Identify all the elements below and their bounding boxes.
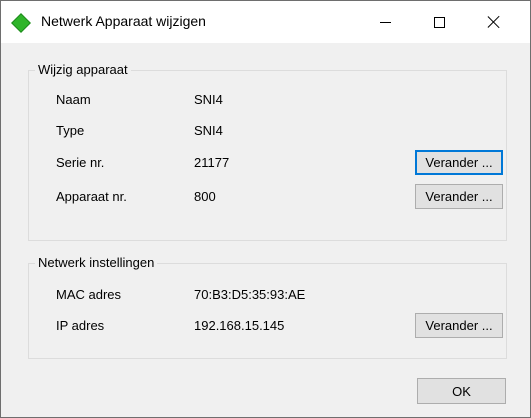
minimize-icon (379, 21, 391, 23)
mac-value: 70:B3:D5:35:93:AE (194, 287, 306, 302)
device-number-value: 800 (194, 189, 216, 204)
minimize-button[interactable] (362, 1, 408, 43)
window-title: Netwerk Apparaat wijzigen (41, 13, 206, 29)
device-number-label: Apparaat nr. (56, 189, 127, 204)
maximize-button[interactable] (416, 1, 462, 43)
serial-value: 21177 (194, 155, 230, 170)
device-group-title: Wijzig apparaat (35, 62, 131, 77)
mac-label: MAC adres (56, 287, 122, 302)
ip-label: IP adres (56, 318, 105, 333)
name-label: Naam (56, 92, 91, 107)
close-icon (487, 15, 501, 29)
title-bar[interactable]: Netwerk Apparaat wijzigen (1, 1, 530, 43)
ok-button[interactable]: OK (417, 378, 506, 404)
dialog-window: Netwerk Apparaat wijzigen Wijzig apparaa… (0, 0, 531, 418)
type-label: Type (56, 123, 85, 138)
green-diamond-icon (11, 13, 31, 33)
ip-value: 192.168.15.145 (194, 318, 285, 333)
type-value: SNI4 (194, 123, 223, 138)
name-value: SNI4 (194, 92, 223, 107)
close-button[interactable] (471, 1, 517, 43)
device-number-change-button[interactable]: Verander ... (415, 184, 503, 209)
maximize-icon (433, 16, 445, 28)
ip-change-button[interactable]: Verander ... (415, 313, 503, 338)
serial-label: Serie nr. (56, 155, 105, 170)
network-group-title: Netwerk instellingen (35, 255, 158, 270)
network-groupbox: Netwerk instellingen (28, 255, 507, 359)
serial-change-button[interactable]: Verander ... (415, 150, 503, 175)
